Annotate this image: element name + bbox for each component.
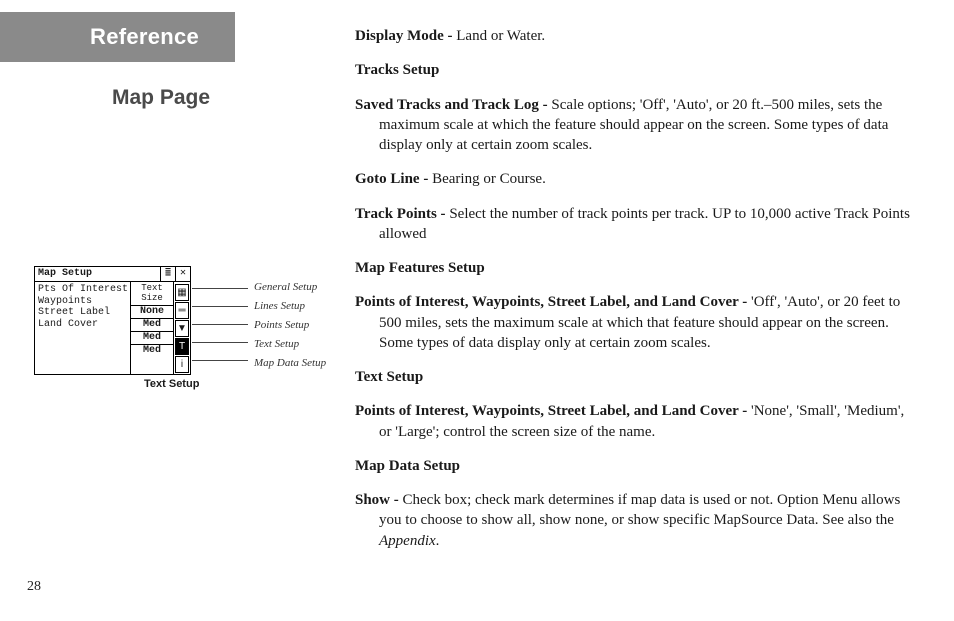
leader-line [192,324,248,325]
reference-banner: Reference [0,12,235,62]
column-header: Text Size [131,282,173,306]
row-label: Pts Of Interest [38,284,128,296]
row-label: Waypoints [38,296,128,308]
page-number: 28 [27,579,41,595]
lines-setup-tab-icon[interactable]: ═ [175,302,189,319]
row-labels: Pts Of Interest Waypoints Street Label L… [35,282,130,374]
value-cell[interactable]: Med [131,332,173,345]
value-cell[interactable]: Med [131,319,173,332]
callout-lines-setup: Lines Setup [254,300,326,312]
figure-caption: Text Setup [144,378,199,390]
saved-tracks-label: Saved Tracks and Track Log - [355,97,551,113]
poi-label: Points of Interest, Waypoints, Street La… [355,294,751,310]
value-cell[interactable]: Med [131,345,173,357]
appendix-ref: Appendix [379,533,436,549]
callout-map-data-setup: Map Data Setup [254,357,326,369]
show-text-a: Check box; check mark determines if map … [379,492,900,528]
show-label: Show - [355,492,403,508]
poi-line: Points of Interest, Waypoints, Street La… [355,292,910,353]
callout-general-setup: General Setup [254,281,326,293]
map-setup-figure: Map Setup ≣ ✕ Pts Of Interest Waypoints … [34,266,324,375]
leader-line [192,306,248,307]
goto-line-text: Bearing or Course. [432,171,546,187]
goto-line-label: Goto Line - [355,171,432,187]
map-data-heading: Map Data Setup [355,456,910,476]
row-label: Street Label [38,307,128,319]
callout-labels: General Setup Lines Setup Points Setup T… [254,281,326,376]
values-column: Text Size None Med Med Med [130,282,174,374]
text-setup-line: Points of Interest, Waypoints, Street La… [355,401,910,442]
page-subtitle: Map Page [112,86,210,110]
map-features-heading: Map Features Setup [355,258,910,278]
track-points-line: Track Points - Select the number of trac… [355,204,910,245]
display-mode-text: Land or Water. [456,28,545,44]
leader-line [192,360,248,361]
map-setup-panel: Map Setup ≣ ✕ Pts Of Interest Waypoints … [34,266,191,375]
goto-line: Goto Line - Bearing or Course. [355,169,910,189]
body-text: Display Mode - Land or Water. Tracks Set… [355,26,910,565]
manual-page: Reference Map Page Map Setup ≣ ✕ Pts Of … [0,0,954,621]
value-cell[interactable]: None [131,306,173,319]
saved-tracks-line: Saved Tracks and Track Log - Scale optio… [355,95,910,156]
track-points-text: Select the number of track points per tr… [379,206,910,242]
tracks-setup-heading: Tracks Setup [355,60,910,80]
text-setup-tab-icon[interactable]: T [175,338,189,355]
callout-text-setup: Text Setup [254,338,326,350]
panel-title-text: Map Setup [35,267,160,281]
menu-icon[interactable]: ≣ [160,267,175,281]
row-label: Land Cover [38,319,128,331]
leader-line [192,342,248,343]
track-points-label: Track Points - [355,206,449,222]
show-text-c: . [436,533,440,549]
show-line: Show - Check box; check mark determines … [355,490,910,551]
map-data-setup-tab-icon[interactable]: i [175,356,189,373]
display-mode-line: Display Mode - Land or Water. [355,26,910,46]
points-setup-tab-icon[interactable]: ▼ [175,320,189,337]
text-setup-heading: Text Setup [355,367,910,387]
text-setup-label: Points of Interest, Waypoints, Street La… [355,403,751,419]
display-mode-label: Display Mode - [355,28,456,44]
callout-points-setup: Points Setup [254,319,326,331]
leader-line [192,288,248,289]
close-icon[interactable]: ✕ [175,267,190,281]
side-tab-column: ▦ ═ ▼ T i [174,282,190,374]
general-setup-tab-icon[interactable]: ▦ [175,284,189,301]
panel-titlebar: Map Setup ≣ ✕ [35,267,190,282]
